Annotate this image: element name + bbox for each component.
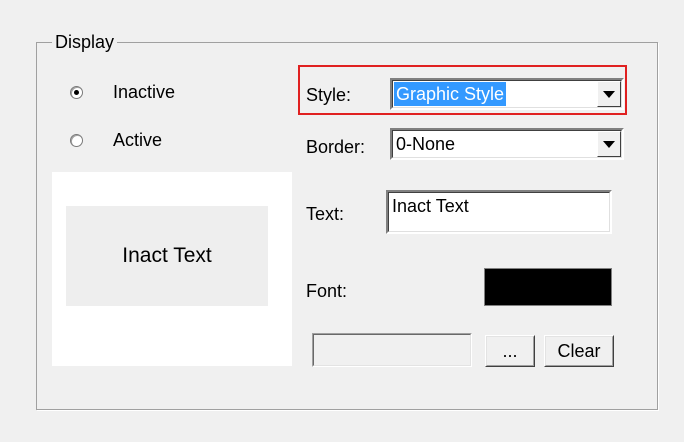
font-label: Font: — [306, 281, 348, 301]
chevron-down-icon — [603, 90, 615, 98]
radio-inactive-label[interactable]: Inactive — [113, 82, 175, 103]
style-dropdown-value: Graphic Style — [394, 82, 507, 106]
clear-button-label: Clear — [557, 340, 601, 361]
preview-text: Inact Text — [122, 244, 212, 267]
border-dropdown-value: 0-None — [396, 134, 456, 154]
chevron-down-icon — [603, 140, 615, 148]
border-dropdown[interactable]: 0-None — [390, 128, 624, 160]
text-label: Text: — [306, 204, 345, 224]
radio-active[interactable]: Active — [70, 130, 162, 151]
radio-inactive[interactable]: Inactive — [70, 82, 175, 103]
border-dropdown-button[interactable] — [597, 131, 621, 157]
clear-button[interactable]: Clear — [544, 335, 614, 367]
radio-inactive-circle[interactable] — [70, 86, 83, 99]
display-settings-panel: Display Inactive Active Inact Text Style… — [0, 0, 684, 442]
text-input-value: Inact Text — [392, 196, 469, 216]
text-input[interactable]: Inact Text — [386, 190, 612, 234]
border-label: Border: — [306, 137, 366, 157]
display-group-legend: Display — [52, 32, 118, 52]
style-label: Style: — [306, 85, 352, 105]
radio-selected-dot — [74, 90, 79, 95]
preview-graphic: Inact Text — [66, 206, 268, 306]
browse-button-label: ... — [502, 340, 518, 361]
style-dropdown[interactable]: Graphic Style — [390, 78, 624, 110]
path-field — [312, 333, 472, 367]
font-color-swatch[interactable] — [484, 268, 612, 306]
radio-active-label[interactable]: Active — [113, 130, 162, 151]
style-dropdown-button[interactable] — [597, 81, 621, 107]
radio-active-circle[interactable] — [70, 134, 83, 147]
browse-button[interactable]: ... — [485, 335, 535, 367]
